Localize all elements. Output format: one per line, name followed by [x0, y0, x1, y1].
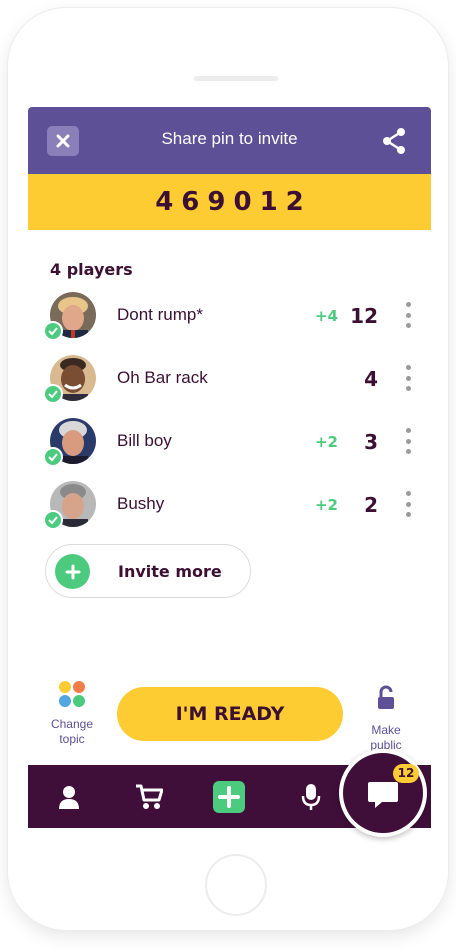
more-options-icon[interactable]: [403, 365, 413, 391]
player-name: Bill boy: [117, 431, 172, 450]
more-options-icon[interactable]: [403, 302, 413, 328]
ready-check-icon: [43, 447, 63, 467]
speaker-slot: [194, 76, 278, 81]
header-bar: Share pin to invite: [28, 107, 431, 174]
more-options-icon[interactable]: [403, 491, 413, 517]
more-options-icon[interactable]: [403, 428, 413, 454]
player-row[interactable]: Bushy +2 2: [28, 479, 431, 531]
invite-more-label: Invite more: [118, 562, 222, 581]
plus-icon: [55, 554, 90, 589]
home-button[interactable]: [205, 854, 267, 916]
player-score: 4: [364, 367, 378, 391]
app-screen: Share pin to invite 469012 4 players Don…: [28, 107, 431, 837]
player-row[interactable]: Oh Bar rack 4: [28, 353, 431, 405]
profile-icon: [59, 786, 79, 809]
player-score: 3: [364, 430, 378, 454]
nav-shop[interactable]: [133, 781, 165, 813]
change-topic-label: Change topic: [50, 717, 94, 746]
share-button[interactable]: [381, 127, 407, 155]
close-icon: [56, 134, 70, 148]
player-row[interactable]: Bill boy +2 3: [28, 416, 431, 468]
add-icon: [213, 781, 245, 813]
pin-bar: 469012: [28, 174, 431, 230]
topics-icon: [58, 681, 86, 709]
share-icon: [383, 128, 405, 154]
close-button[interactable]: [47, 126, 79, 156]
ready-button[interactable]: I'M READY: [117, 687, 343, 741]
player-delta: +2: [314, 496, 338, 514]
header-title: Share pin to invite: [161, 129, 298, 148]
player-score: 2: [364, 493, 378, 517]
player-name: Bushy: [117, 494, 165, 513]
cart-icon: [136, 784, 163, 809]
make-public-button[interactable]: Make public: [360, 681, 412, 753]
nav-add[interactable]: [213, 781, 245, 813]
unlock-icon: [378, 685, 394, 709]
player-name: Oh Bar rack: [117, 368, 208, 387]
player-delta: +2: [314, 433, 338, 451]
ready-check-icon: [43, 510, 63, 530]
player-delta: +4: [314, 307, 338, 325]
player-row[interactable]: Dont rump* +4 12: [28, 290, 431, 342]
microphone-icon: [301, 784, 321, 810]
invite-more-button[interactable]: Invite more: [45, 544, 251, 598]
change-topic-button[interactable]: Change topic: [42, 681, 102, 747]
ready-check-icon: [43, 384, 63, 404]
chat-badge: 12: [393, 764, 419, 783]
ready-label: I'M READY: [175, 703, 285, 725]
players-count: 4 players: [50, 260, 133, 279]
ready-check-icon: [43, 321, 63, 341]
nav-mic[interactable]: [295, 781, 327, 813]
player-score: 12: [350, 304, 378, 328]
nav-chat[interactable]: 12: [339, 749, 427, 837]
player-name: Dont rump*: [117, 305, 203, 324]
chat-icon: [368, 782, 398, 808]
nav-profile[interactable]: [53, 781, 85, 813]
pin-code: 469012: [155, 187, 312, 217]
